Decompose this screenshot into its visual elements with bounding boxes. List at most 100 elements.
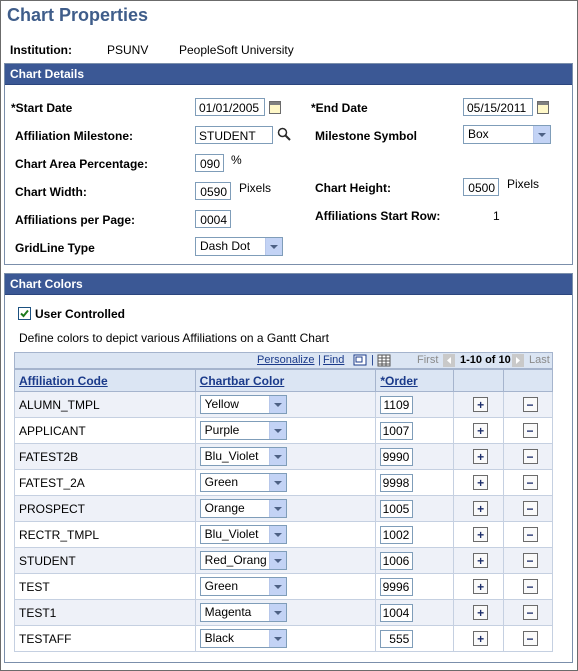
percent-unit: %: [231, 153, 242, 167]
remove-cell: −: [503, 573, 553, 600]
affiliations-start-row-label: Affiliations Start Row:: [315, 209, 441, 223]
order-input[interactable]: 1006: [380, 551, 414, 570]
order-cell: 1109: [375, 391, 455, 418]
chartbar-color-select[interactable]: Orange: [199, 499, 287, 518]
remove-row-button[interactable]: −: [522, 631, 538, 646]
chartbar-color-select[interactable]: Magenta: [199, 603, 287, 622]
previous-arrow-icon[interactable]: [443, 354, 455, 367]
table-row: TESTAFF Black 555 + −: [14, 625, 553, 652]
table-row: TEST1 Magenta 1004 + −: [14, 599, 553, 626]
remove-row-button[interactable]: −: [522, 397, 538, 412]
order-cell: 9996: [375, 573, 455, 600]
affiliation-code: TEST1: [19, 605, 57, 620]
add-row-button[interactable]: +: [473, 501, 489, 516]
table-row: APPLICANT Purple 1007 + −: [14, 417, 553, 444]
order-input[interactable]: 555: [380, 629, 414, 648]
chart-height-input[interactable]: 0500: [463, 178, 499, 196]
minus-icon: −: [526, 423, 534, 438]
remove-row-button[interactable]: −: [522, 579, 538, 594]
order-cell: 1006: [375, 547, 455, 574]
remove-row-button[interactable]: −: [522, 553, 538, 568]
order-input[interactable]: 1109: [380, 395, 414, 414]
order-input[interactable]: 1004: [380, 603, 414, 622]
chartbar-color-select[interactable]: Blu_Violet: [199, 447, 287, 466]
chartbar-color-cell: Orange: [194, 495, 377, 522]
add-cell: +: [453, 469, 505, 496]
page-title: Chart Properties: [7, 5, 149, 25]
start-date-input[interactable]: 01/01/2005: [195, 98, 265, 116]
user-controlled-checkbox[interactable]: [18, 307, 31, 320]
order-input[interactable]: 9996: [380, 577, 414, 596]
remove-cell: −: [503, 547, 553, 574]
download-grid-icon[interactable]: [377, 354, 391, 367]
affiliation-milestone-input[interactable]: STUDENT: [195, 126, 273, 144]
order-input[interactable]: 1005: [380, 499, 414, 518]
table-row: STUDENT Red_Orang 1006 + −: [14, 547, 553, 574]
row-range: 1-10 of 10: [460, 354, 511, 366]
remove-row-button[interactable]: −: [522, 605, 538, 620]
affiliation-code-cell: TEST1: [14, 599, 196, 626]
add-row-button[interactable]: +: [473, 423, 489, 438]
order-cell: 1004: [375, 599, 455, 626]
add-row-button[interactable]: +: [473, 397, 489, 412]
column-header-chartbar-color[interactable]: Chartbar Color: [194, 369, 377, 392]
affiliation-code: RECTR_TMPL: [19, 527, 100, 542]
remove-cell: −: [503, 599, 553, 626]
chartbar-color-select[interactable]: Blu_Violet: [199, 525, 287, 544]
minus-icon: −: [526, 397, 534, 412]
remove-row-button[interactable]: −: [522, 449, 538, 464]
end-date-input[interactable]: 05/15/2011: [463, 98, 533, 116]
order-input[interactable]: 1002: [380, 525, 414, 544]
chartbar-color-cell: Black: [194, 625, 377, 652]
chart-details-header: Chart Details: [5, 64, 572, 85]
affiliation-code-cell: FATEST2B: [14, 443, 196, 470]
chart-width-input[interactable]: 0590: [195, 182, 231, 200]
chart-height-unit: Pixels: [507, 177, 540, 191]
remove-row-button[interactable]: −: [522, 423, 538, 438]
column-header-add: [453, 369, 505, 392]
search-icon[interactable]: [277, 127, 291, 141]
order-input[interactable]: 9998: [380, 473, 414, 492]
add-row-button[interactable]: +: [473, 605, 489, 620]
chevron-down-icon: [268, 552, 286, 569]
plus-icon: +: [477, 527, 485, 542]
next-arrow-icon[interactable]: [512, 354, 524, 367]
column-header-affiliation-code[interactable]: Affiliation Code: [14, 369, 196, 392]
remove-cell: −: [503, 391, 553, 418]
chartbar-color-select[interactable]: Purple: [199, 421, 287, 440]
chartbar-color-select[interactable]: Green: [199, 577, 287, 596]
view-all-icon[interactable]: [353, 354, 367, 367]
chevron-down-icon: [268, 422, 286, 439]
add-row-button[interactable]: +: [473, 579, 489, 594]
chartbar-color-select[interactable]: Yellow: [199, 395, 287, 414]
column-header-order[interactable]: *Order: [375, 369, 455, 392]
add-row-button[interactable]: +: [473, 553, 489, 568]
find-link[interactable]: Find: [323, 354, 344, 366]
chartbar-color-select[interactable]: Red_Orang: [199, 551, 287, 570]
remove-row-button[interactable]: −: [522, 475, 538, 490]
start-date-calendar-icon[interactable]: [269, 101, 281, 114]
end-date-calendar-icon[interactable]: [537, 101, 549, 114]
affiliations-per-page-input[interactable]: 0004: [195, 210, 231, 228]
plus-icon: +: [477, 631, 485, 646]
chart-area-percentage-input[interactable]: 090: [195, 154, 224, 172]
institution-code: PSUNV: [107, 43, 149, 57]
remove-row-button[interactable]: −: [522, 527, 538, 542]
order-input[interactable]: 1007: [380, 421, 414, 440]
remove-row-button[interactable]: −: [522, 501, 538, 516]
chartbar-color-cell: Green: [194, 469, 377, 496]
user-controlled-label: User Controlled: [35, 307, 126, 321]
add-row-button[interactable]: +: [473, 449, 489, 464]
chartbar-color-select[interactable]: Green: [199, 473, 287, 492]
add-row-button[interactable]: +: [473, 631, 489, 646]
personalize-link[interactable]: Personalize: [257, 354, 314, 366]
order-input[interactable]: 9990: [380, 447, 414, 466]
gridline-type-select[interactable]: Dash Dot: [195, 237, 283, 256]
add-row-button[interactable]: +: [473, 527, 489, 542]
start-date-label: *Start Date: [11, 101, 73, 115]
add-row-button[interactable]: +: [473, 475, 489, 490]
milestone-symbol-select[interactable]: Box: [463, 125, 551, 144]
chartbar-color-value: Blu_Violet: [204, 527, 259, 541]
table-row: PROSPECT Orange 1005 + −: [14, 495, 553, 522]
chartbar-color-select[interactable]: Black: [199, 629, 287, 648]
